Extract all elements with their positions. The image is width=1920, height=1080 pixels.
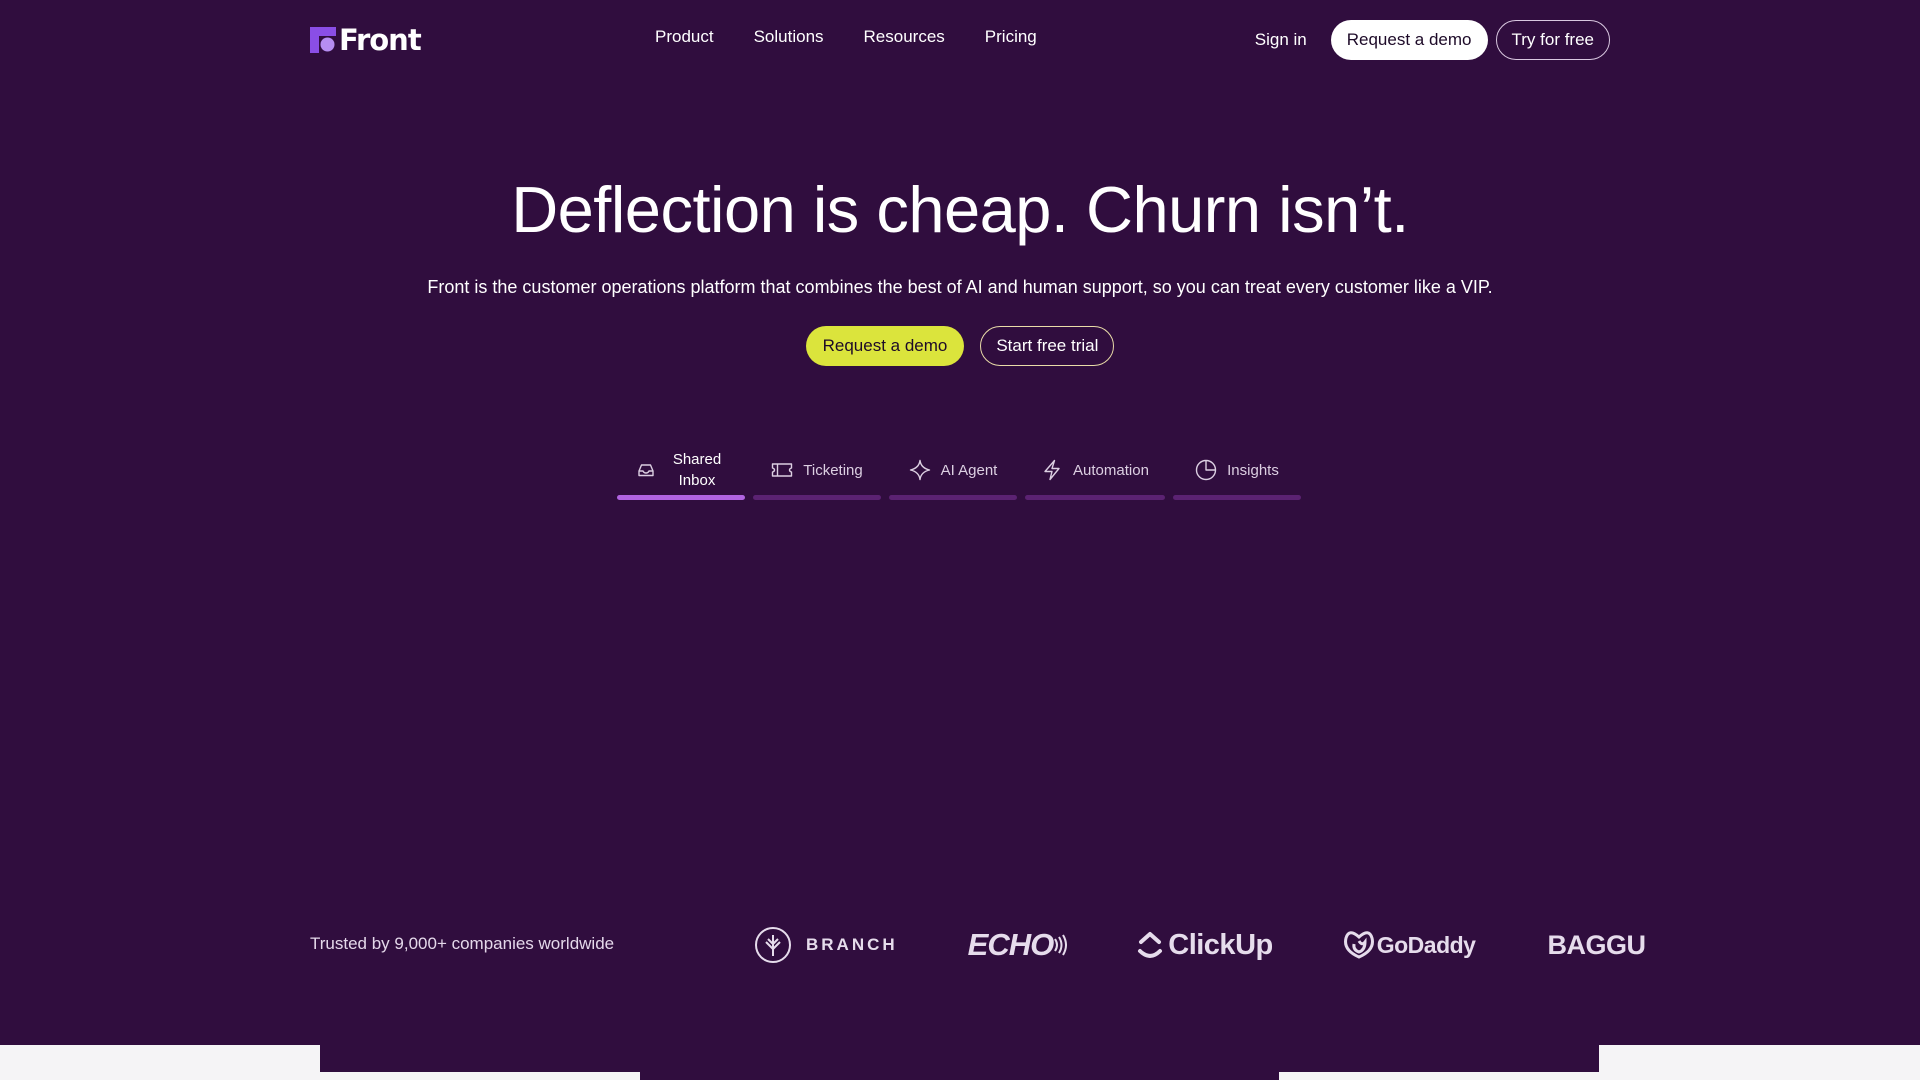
top-navbar: Front Product Solutions Resources Pricin… bbox=[0, 0, 1920, 80]
tab-automation-progress bbox=[1025, 495, 1165, 500]
tab-insights[interactable]: Insights bbox=[1173, 440, 1301, 500]
tab-ticketing[interactable]: Ticketing bbox=[753, 440, 881, 500]
inbox-icon bbox=[635, 459, 657, 481]
tab-shared-inbox-progress bbox=[617, 495, 745, 500]
branch-logo: BRANCH bbox=[754, 926, 898, 964]
nav-resources[interactable]: Resources bbox=[864, 27, 945, 47]
branch-logo-text: BRANCH bbox=[806, 935, 898, 954]
godaddy-logo-text: GoDaddy bbox=[1376, 931, 1476, 958]
tab-ai-agent-label: AI Agent bbox=[940, 461, 998, 479]
main-nav: Product Solutions Resources Pricing bbox=[655, 27, 1037, 47]
ticket-icon bbox=[771, 459, 793, 481]
echo-logo: ECHO bbox=[968, 927, 1068, 963]
clickup-logo-text: ClickUp bbox=[1168, 928, 1273, 961]
pie-chart-icon bbox=[1195, 459, 1217, 481]
transition-block bbox=[1279, 1072, 1599, 1080]
trusted-by-text: Trusted by 9,000+ companies worldwide bbox=[310, 934, 615, 953]
customer-logos: BRANCH ECHO ClickUp GoDaddy BAGGU bbox=[754, 920, 1646, 970]
nav-actions: Sign in Request a demo Try for free bbox=[1255, 20, 1610, 60]
hero-cta-group: Request a demo Start free trial bbox=[0, 326, 1920, 366]
transition-block bbox=[1599, 1045, 1920, 1080]
front-logo[interactable]: Front bbox=[310, 22, 422, 57]
nav-solutions[interactable]: Solutions bbox=[754, 27, 824, 47]
section-transition-blocks bbox=[0, 1045, 1920, 1080]
tab-shared-inbox-label: Shared Inbox bbox=[672, 451, 722, 489]
echo-waves-icon bbox=[1054, 934, 1068, 956]
tab-ticketing-label: Ticketing bbox=[803, 461, 863, 479]
baggu-logo: BAGGU bbox=[1547, 929, 1646, 961]
echo-logo-text: ECHO bbox=[967, 927, 1055, 962]
godaddy-logo: GoDaddy bbox=[1343, 930, 1476, 960]
product-tabs: Shared Inbox Ticketing AI Agent Automati… bbox=[617, 440, 1301, 500]
hero-title: Deflection is cheap. Churn isn’t. bbox=[511, 173, 1409, 246]
tab-ai-agent[interactable]: AI Agent bbox=[889, 440, 1017, 500]
nav-product[interactable]: Product bbox=[655, 27, 714, 47]
branch-logo-mark-icon bbox=[755, 927, 791, 963]
lightning-icon bbox=[1041, 459, 1063, 481]
transition-block bbox=[0, 1045, 320, 1080]
sparkle-icon bbox=[909, 459, 931, 481]
tab-insights-label: Insights bbox=[1227, 461, 1279, 479]
nav-try-free-button[interactable]: Try for free bbox=[1495, 20, 1610, 60]
sign-in-link[interactable]: Sign in bbox=[1255, 30, 1307, 50]
clickup-logo: ClickUp bbox=[1137, 928, 1273, 962]
clickup-logo-mark-icon bbox=[1138, 932, 1163, 958]
transition-block bbox=[320, 1072, 640, 1080]
nav-pricing[interactable]: Pricing bbox=[985, 27, 1037, 47]
tab-ai-agent-progress bbox=[889, 495, 1017, 500]
hero-subtitle: Front is the customer operations platfor… bbox=[427, 277, 1493, 297]
tab-insights-progress bbox=[1173, 495, 1301, 500]
godaddy-logo-mark-icon bbox=[1343, 931, 1374, 959]
nav-request-demo-button[interactable]: Request a demo bbox=[1330, 20, 1488, 60]
hero-request-demo-button[interactable]: Request a demo bbox=[805, 326, 965, 366]
tab-ticketing-progress bbox=[753, 495, 881, 500]
tab-shared-inbox[interactable]: Shared Inbox bbox=[617, 440, 745, 500]
tab-automation[interactable]: Automation bbox=[1025, 440, 1165, 500]
tab-automation-label: Automation bbox=[1073, 461, 1149, 479]
baggu-logo-text: BAGGU bbox=[1547, 929, 1646, 960]
front-logo-text: Front bbox=[339, 22, 422, 57]
hero-start-trial-button[interactable]: Start free trial bbox=[980, 326, 1115, 366]
front-logo-mark-icon bbox=[310, 27, 336, 53]
